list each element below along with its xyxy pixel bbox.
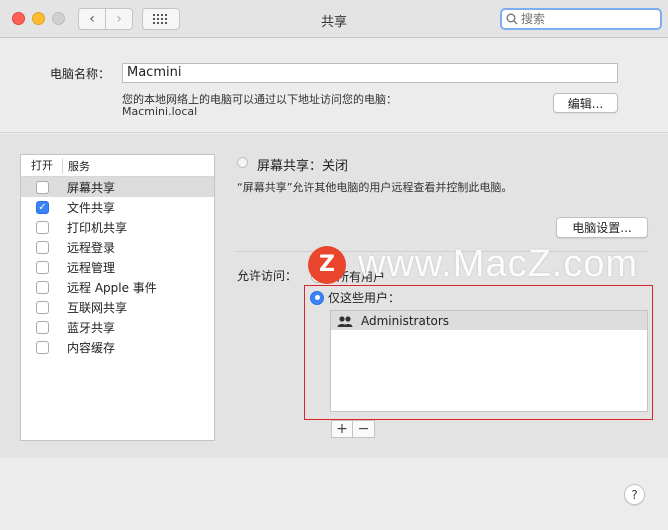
list-item[interactable]: 屏幕共享 xyxy=(21,177,214,197)
service-checkbox[interactable] xyxy=(36,240,49,254)
service-status: 屏幕共享：关闭 xyxy=(257,159,349,174)
add-remove-controls: + − xyxy=(331,420,375,438)
computer-name-section: 电脑名称： Macmini 您的本地网络上的电脑可以通过以下地址访问您的电脑： … xyxy=(0,39,668,133)
service-description: “屏幕共享”允许其他电脑的用户远程查看并控制此电脑。 xyxy=(237,181,513,194)
list-item[interactable]: ✓ 文件共享 xyxy=(21,197,214,217)
service-checkbox[interactable] xyxy=(36,260,49,274)
list-item[interactable]: 远程管理 xyxy=(21,257,214,277)
list-item[interactable]: 内容缓存 xyxy=(21,337,214,357)
computer-settings-button[interactable]: 电脑设置... xyxy=(556,217,648,238)
user-name: Administrators xyxy=(361,313,450,328)
service-label: 屏幕共享 xyxy=(67,180,116,195)
allowed-users-list: Administrators xyxy=(330,310,648,412)
service-label: 打印机共享 xyxy=(67,220,128,235)
radio-only-these-users-label: 仅这些用户： xyxy=(328,291,401,305)
radio-button[interactable] xyxy=(311,270,324,283)
edit-button[interactable]: 编辑... xyxy=(553,93,618,113)
computer-name-field[interactable]: Macmini xyxy=(122,63,618,83)
list-item[interactable]: 互联网共享 xyxy=(21,297,214,317)
bottom-bar: ? xyxy=(0,458,668,530)
access-label: 允许访问： xyxy=(237,269,298,283)
local-hostname: Macmini.local xyxy=(122,105,198,118)
divider xyxy=(235,251,648,252)
checkmark-icon: ✓ xyxy=(38,201,47,213)
service-checkbox[interactable] xyxy=(36,180,49,194)
list-item[interactable]: 远程登录 xyxy=(21,237,214,257)
list-item[interactable]: 打印机共享 xyxy=(21,217,214,237)
remove-user-button[interactable]: − xyxy=(353,420,375,438)
services-list: 打开 服务 屏幕共享 ✓ 文件共享打印机共享远程登录远程管理远程 Apple 事件互… xyxy=(20,154,215,441)
search-input[interactable] xyxy=(521,12,651,26)
title-bar: ‹ › 共享 xyxy=(0,0,668,38)
service-checkbox[interactable] xyxy=(36,320,49,334)
service-label: 远程登录 xyxy=(67,240,116,255)
service-label: 远程管理 xyxy=(67,260,116,275)
add-user-button[interactable]: + xyxy=(331,420,353,438)
radio-only-these-users[interactable]: 仅这些用户： xyxy=(310,289,400,306)
computer-name-label: 电脑名称： xyxy=(50,67,111,81)
column-header-on[interactable]: 打开 xyxy=(21,157,63,174)
list-item[interactable]: Administrators xyxy=(331,311,647,330)
service-checkbox[interactable] xyxy=(36,280,49,294)
service-label: 蓝牙共享 xyxy=(67,320,116,335)
service-checkbox[interactable] xyxy=(36,300,49,314)
search-icon xyxy=(506,13,518,25)
group-icon xyxy=(337,315,353,327)
service-label: 文件共享 xyxy=(67,200,116,215)
status-indicator xyxy=(237,157,248,168)
radio-all-users[interactable]: 所有用户 xyxy=(311,268,385,285)
service-checkbox[interactable] xyxy=(36,220,49,234)
radio-button-selected[interactable] xyxy=(310,290,324,305)
help-button[interactable]: ? xyxy=(624,484,645,505)
service-label: 互联网共享 xyxy=(67,300,128,315)
list-item[interactable]: 远程 Apple 事件 xyxy=(21,277,214,297)
list-item[interactable]: 蓝牙共享 xyxy=(21,317,214,337)
service-checkbox[interactable]: ✓ xyxy=(36,200,49,214)
column-header-service[interactable]: 服务 xyxy=(63,158,90,174)
radio-all-users-label: 所有用户 xyxy=(337,270,386,284)
service-checkbox[interactable] xyxy=(36,340,49,354)
main-panel: 打开 服务 屏幕共享 ✓ 文件共享打印机共享远程登录远程管理远程 Apple 事件互… xyxy=(0,134,668,458)
services-header: 打开 服务 xyxy=(21,155,214,177)
service-label: 内容缓存 xyxy=(67,340,116,355)
service-label: 远程 Apple 事件 xyxy=(67,280,157,295)
search-field[interactable] xyxy=(500,8,662,30)
